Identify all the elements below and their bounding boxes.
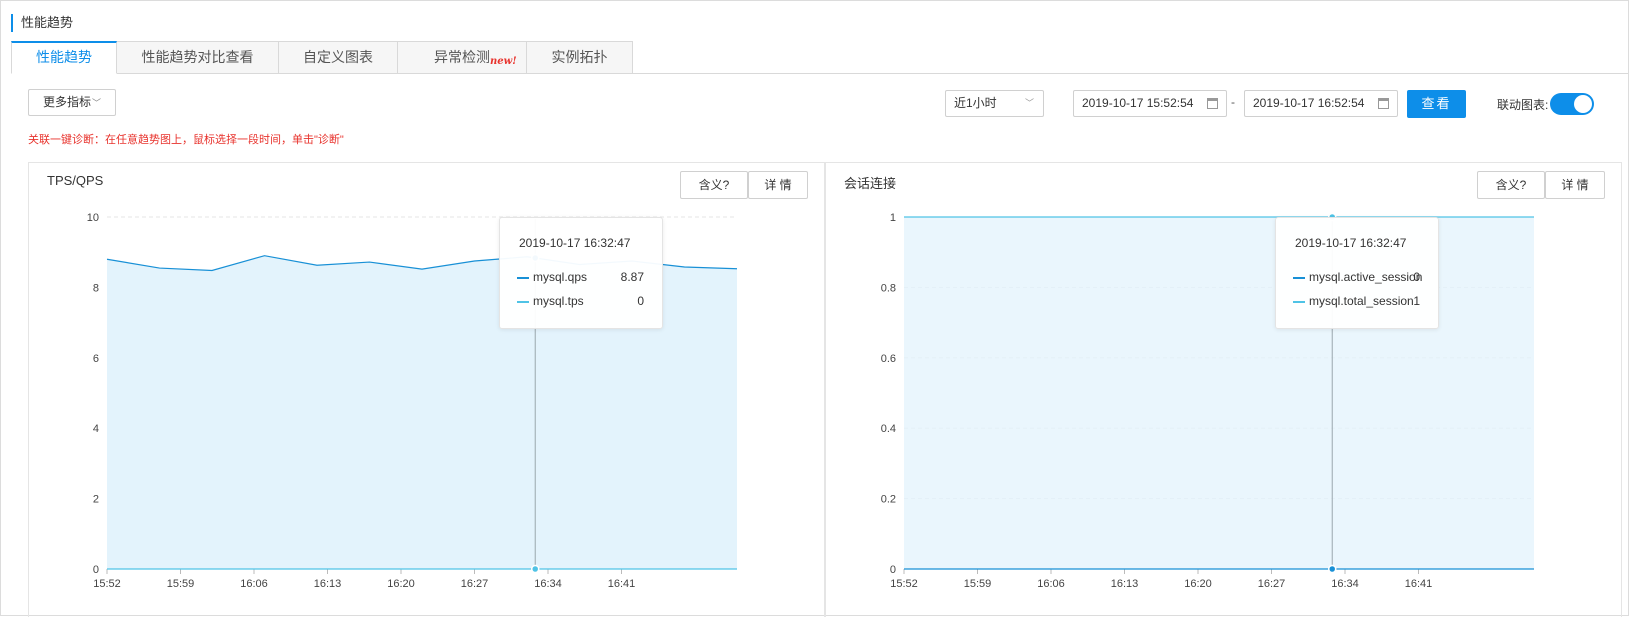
start-time-value: 2019-10-17 15:52:54	[1082, 96, 1194, 110]
x-tick-label: 16:34	[534, 578, 562, 590]
y-tick-label: 8	[93, 282, 99, 294]
tooltip-series-value: 0	[1413, 270, 1420, 284]
x-tick-label: 16:13	[314, 578, 342, 590]
new-badge: new!	[490, 56, 517, 67]
tab-label: 实例拓扑	[551, 49, 608, 65]
tooltip-series-name: mysql.active_session	[1309, 270, 1423, 284]
chevron-down-icon: ﹀	[1024, 98, 1034, 108]
hover-point-mysql.active_session	[1327, 564, 1337, 574]
end-time-input[interactable]: 2019-10-17 16:52:54	[1244, 90, 1398, 117]
y-tick-label: 0	[890, 564, 896, 576]
tab-label: 性能趋势	[36, 49, 92, 65]
x-tick-label: 16:20	[1184, 578, 1212, 590]
calendar-icon	[1378, 98, 1389, 109]
x-tick-label: 16:20	[387, 578, 415, 590]
tooltip-row: mysql.active_session 0	[1293, 270, 1423, 286]
tab-custom-charts[interactable]: 自定义图表	[279, 41, 398, 74]
tab-label: 异常检测	[434, 49, 490, 65]
link-charts-toggle[interactable]	[1550, 93, 1594, 115]
more-metrics-label: 更多指标	[43, 95, 92, 109]
time-range-select[interactable]: 近1小时 ﹀	[945, 90, 1044, 117]
legend-swatch	[517, 277, 529, 279]
query-button[interactable]: 查看	[1407, 90, 1466, 118]
time-range-value: 近1小时	[954, 96, 997, 110]
tab-label: 自定义图表	[303, 49, 373, 65]
chart-tooltip: 2019-10-17 16:32:47 mysql.qps 8.87 mysql…	[499, 217, 663, 329]
x-tick-label: 16:41	[1405, 578, 1433, 590]
y-tick-label: 6	[93, 353, 99, 365]
x-tick-label: 16:27	[1258, 578, 1286, 590]
y-tick-label: 2	[93, 494, 99, 506]
y-tick-label: 0	[93, 564, 99, 576]
date-range-separator: -	[1231, 95, 1235, 109]
diagnosis-hint: 关联一键诊断：在任意趋势图上，鼠标选择一段时间，单击"诊断"	[28, 134, 344, 146]
y-tick-label: 0.4	[881, 423, 896, 435]
x-tick-label: 16:41	[608, 578, 636, 590]
tooltip-time: 2019-10-17 16:32:47	[519, 236, 631, 250]
tab-performance-trend[interactable]: 性能趋势	[11, 41, 117, 74]
x-tick-label: 15:59	[167, 578, 195, 590]
tooltip-series-value: 8.87	[620, 270, 644, 284]
x-tick-label: 16:27	[461, 578, 489, 590]
tab-label: 性能趋势对比查看	[141, 49, 254, 65]
chart-panel-tps-qps: TPS/QPS 含义? 详 情 0 2 4 6 8 10 15:52 15:59 16:06 16…	[28, 162, 825, 617]
legend-swatch	[1293, 277, 1305, 279]
link-charts-label: 联动图表:	[1497, 98, 1549, 112]
x-tick-label: 16:06	[1037, 578, 1065, 590]
chart-tooltip: 2019-10-17 16:32:47 mysql.active_session…	[1275, 217, 1439, 329]
y-tick-label: 0.2	[881, 494, 896, 506]
x-tick-label: 16:13	[1111, 578, 1139, 590]
y-tick-label: 0.6	[881, 353, 896, 365]
y-tick-label: 10	[87, 212, 99, 224]
tooltip-series-name: mysql.tps	[533, 294, 584, 308]
tooltip-time: 2019-10-17 16:32:47	[1295, 236, 1407, 250]
tooltip-series-value: 1	[1413, 294, 1420, 308]
x-tick-label: 15:59	[964, 578, 992, 590]
sessions-chart[interactable]: 0 0.2 0.4 0.6 0.8 1 15:52 15:59 16:06 16:13 16:20 1…	[826, 163, 1623, 618]
hover-point-mysql.tps	[530, 564, 540, 574]
y-tick-label: 1	[890, 212, 896, 224]
series-area	[904, 217, 1534, 569]
calendar-icon	[1207, 98, 1218, 109]
x-tick-label: 16:34	[1331, 578, 1359, 590]
tab-anomaly-detection[interactable]: 异常检测 new!	[398, 41, 527, 74]
x-tick-label: 15:52	[890, 578, 918, 590]
page-title: 性能趋势	[11, 14, 73, 32]
tooltip-row: mysql.qps 8.87	[517, 270, 644, 286]
start-time-input[interactable]: 2019-10-17 15:52:54	[1073, 90, 1227, 117]
legend-swatch	[517, 301, 529, 303]
tab-instance-topology[interactable]: 实例拓扑	[527, 41, 633, 74]
tps-qps-chart[interactable]: 0 2 4 6 8 10 15:52 15:59 16:06 16:13 16:20 16:27 16:…	[29, 163, 826, 618]
tooltip-series-name: mysql.total_session	[1309, 294, 1414, 308]
tab-bar: 性能趋势 性能趋势对比查看 自定义图表 异常检测 new! 实例拓扑	[11, 41, 633, 74]
chart-panel-sessions: 会话连接 含义? 详 情 0 0.2 0.4 0.6 0.8 1 15:52 15:59 16:…	[825, 162, 1622, 617]
tab-trend-compare[interactable]: 性能趋势对比查看	[117, 41, 279, 74]
tooltip-row: mysql.tps 0	[517, 294, 644, 310]
toggle-knob	[1574, 95, 1592, 113]
legend-swatch	[1293, 301, 1305, 303]
tooltip-series-name: mysql.qps	[533, 270, 588, 284]
x-tick-label: 15:52	[93, 578, 121, 590]
more-metrics-dropdown[interactable]: 更多指标﹀	[28, 89, 116, 116]
y-tick-label: 4	[93, 423, 99, 435]
app-frame: 性能趋势 性能趋势 性能趋势对比查看 自定义图表 异常检测 new! 实例拓扑 更…	[0, 0, 1629, 617]
x-tick-label: 16:06	[240, 578, 268, 590]
tooltip-row: mysql.total_session 1	[1293, 294, 1420, 310]
chevron-down-icon: ﹀	[92, 98, 102, 108]
tooltip-series-value: 0	[637, 294, 644, 308]
y-tick-label: 0.8	[881, 282, 896, 294]
end-time-value: 2019-10-17 16:52:54	[1253, 96, 1365, 110]
